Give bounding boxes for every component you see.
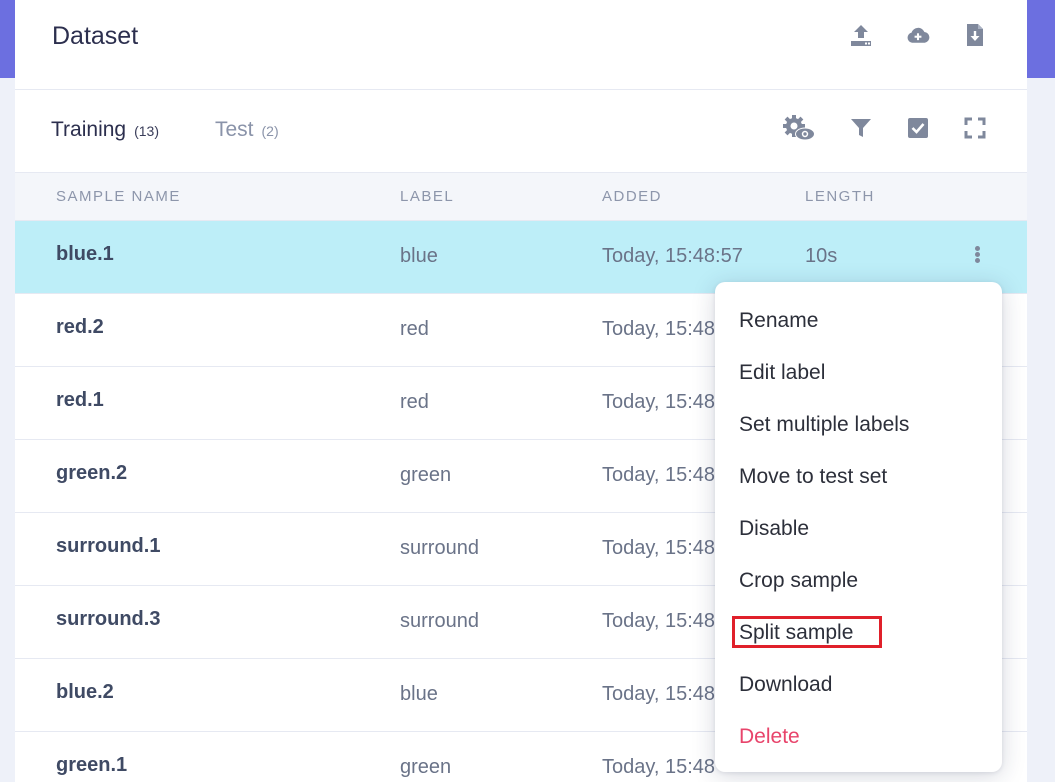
menu-item-download[interactable]: Download: [739, 673, 832, 697]
sample-added: Today, 15:48: [602, 683, 716, 705]
sample-name: green.1: [56, 754, 128, 776]
download-file-icon[interactable]: [963, 22, 987, 48]
menu-item-edit-label[interactable]: Edit label: [739, 361, 825, 385]
sample-added: Today, 15:48: [602, 391, 716, 413]
table-header: SAMPLE NAME LABEL ADDED LENGTH: [15, 172, 1027, 221]
column-header-sample-name[interactable]: SAMPLE NAME: [56, 188, 181, 205]
upload-icon[interactable]: [849, 22, 873, 48]
sample-added: Today, 15:48: [602, 318, 716, 340]
accent-bar-right: [1027, 0, 1055, 78]
tab-test-label: Test: [215, 118, 254, 141]
filter-icon[interactable]: [849, 115, 873, 141]
cloud-add-icon[interactable]: [906, 22, 930, 48]
accent-bar-left: [0, 0, 15, 78]
sample-label: blue: [400, 683, 438, 705]
tab-training-count: (13): [134, 123, 159, 139]
sample-label: surround: [400, 537, 479, 559]
sample-context-menu: Rename Edit label Set multiple labels Mo…: [715, 282, 1002, 772]
column-header-label[interactable]: LABEL: [400, 188, 454, 205]
sample-label: blue: [400, 245, 438, 267]
menu-item-delete[interactable]: Delete: [739, 725, 800, 749]
column-header-length[interactable]: LENGTH: [805, 188, 875, 205]
settings-eye-icon[interactable]: [782, 115, 816, 141]
tab-test-count: (2): [261, 123, 279, 139]
sample-length: 10s: [805, 245, 838, 267]
menu-item-move-to-test-set[interactable]: Move to test set: [739, 465, 887, 489]
dataset-header: Dataset: [15, 0, 1027, 90]
tab-training[interactable]: Training (13): [51, 118, 159, 142]
sample-added: Today, 15:48:57: [602, 245, 743, 267]
menu-item-disable[interactable]: Disable: [739, 517, 809, 541]
menu-item-set-multiple-labels[interactable]: Set multiple labels: [739, 413, 909, 437]
sample-added: Today, 15:48: [602, 464, 716, 486]
sample-name: surround.1: [56, 535, 161, 557]
sample-added: Today, 15:48: [602, 610, 716, 632]
tab-tools: [782, 115, 987, 141]
tab-training-label: Training: [51, 118, 127, 141]
sample-label: green: [400, 464, 452, 486]
menu-item-crop-sample[interactable]: Crop sample: [739, 569, 858, 593]
sample-name: green.2: [56, 462, 128, 484]
sample-name: blue.1: [56, 243, 114, 265]
sample-added: Today, 15:48: [602, 756, 716, 778]
sample-label: green: [400, 756, 452, 778]
tab-test[interactable]: Test (2): [215, 118, 279, 142]
menu-item-rename[interactable]: Rename: [739, 309, 818, 333]
sample-name: red.1: [56, 389, 104, 411]
select-all-checkbox-icon[interactable]: [906, 115, 930, 141]
menu-item-split-sample[interactable]: Split sample: [739, 621, 853, 645]
sample-label: surround: [400, 610, 479, 632]
fullscreen-icon[interactable]: [963, 115, 987, 141]
sample-label: red: [400, 318, 429, 340]
sample-name: blue.2: [56, 681, 114, 703]
more-options-icon[interactable]: [971, 245, 983, 269]
header-actions: [849, 22, 987, 48]
sample-added: Today, 15:48: [602, 537, 716, 559]
sample-name: surround.3: [56, 608, 161, 630]
sample-label: red: [400, 391, 429, 413]
column-header-added[interactable]: ADDED: [602, 188, 662, 205]
tab-bar: Training (13) Test (2): [15, 90, 1027, 172]
page-title: Dataset: [52, 22, 139, 50]
sample-name: red.2: [56, 316, 104, 338]
